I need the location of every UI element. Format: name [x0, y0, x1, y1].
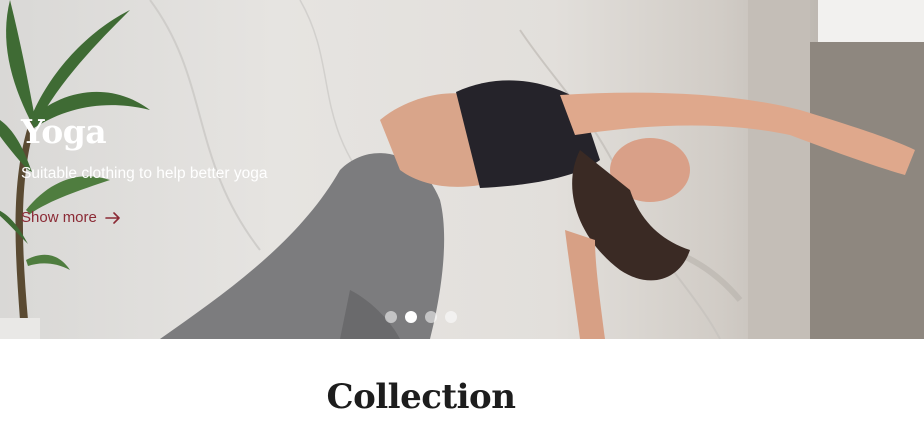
slide-dot-2[interactable] — [405, 311, 417, 323]
hero-text: Yoga Suitable clothing to help better yo… — [21, 112, 267, 228]
slide-dot-3[interactable] — [425, 311, 437, 323]
collection-heading: Collection — [326, 377, 516, 417]
slide-subtitle: Suitable clothing to help better yoga — [21, 165, 268, 182]
slide-title: Yoga — [21, 112, 107, 151]
show-more-link[interactable]: Show more — [21, 208, 121, 228]
slide-dot-1[interactable] — [385, 311, 397, 323]
show-more-label: Show more — [21, 209, 97, 226]
slider-pagination — [385, 311, 457, 323]
hero-slider: Yoga Suitable clothing to help better yo… — [0, 0, 924, 339]
arrow-right-icon — [105, 212, 120, 224]
slide-dot-4[interactable] — [445, 311, 457, 323]
